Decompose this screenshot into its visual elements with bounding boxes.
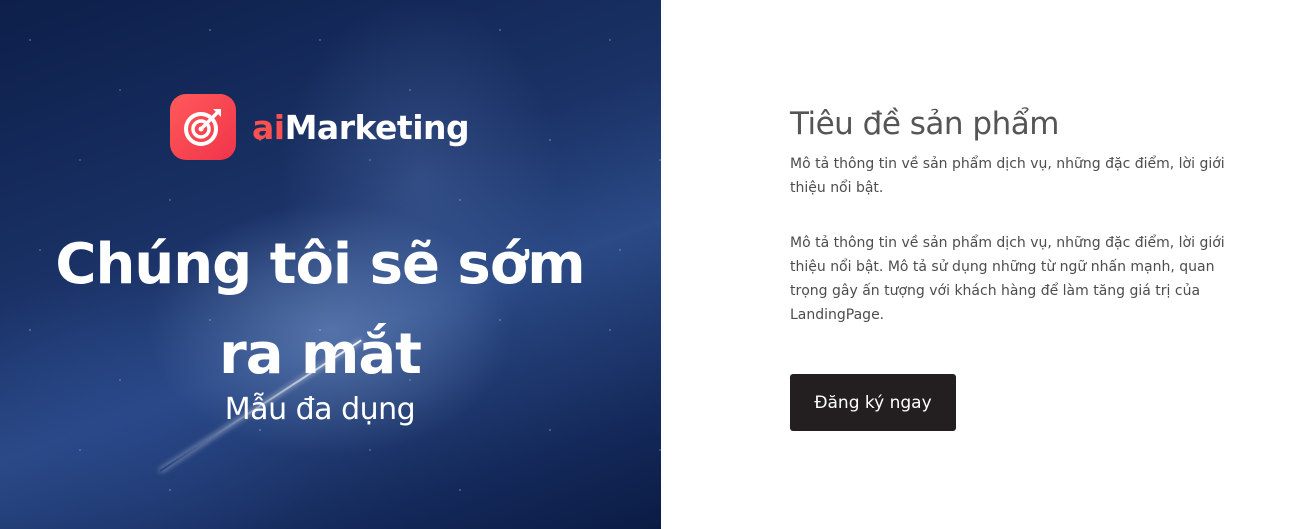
hero-title: Chúng tôi sẽ sớm ra mắt: [0, 220, 640, 400]
register-now-button[interactable]: Đăng ký ngay: [790, 374, 956, 431]
product-description-short: Mô tả thông tin về sản phẩm dịch vụ, nhữ…: [790, 156, 1225, 196]
brand-prefix: ai: [252, 107, 285, 147]
hero-section: aiMarketing Chúng tôi sẽ sớm ra mắt Mẫu …: [0, 0, 661, 529]
brand-wordmark: aiMarketing: [252, 107, 470, 147]
brand-name: Marketing: [284, 107, 470, 147]
hero-title-line-2: ra mắt: [219, 322, 422, 387]
hero-subtitle: Mẫu đa dụng: [224, 392, 416, 427]
product-description-long: Mô tả thông tin về sản phẩm dịch vụ, nhữ…: [790, 235, 1225, 323]
product-title: Tiêu đề sản phẩm: [790, 106, 1059, 142]
hero-title-line-1: Chúng tôi sẽ sớm: [55, 232, 585, 297]
product-info: Tiêu đề sản phẩm Mô tả thông tin về sản …: [790, 104, 1230, 327]
target-arrow-icon: [170, 94, 236, 160]
brand-logo[interactable]: aiMarketing: [170, 94, 470, 160]
